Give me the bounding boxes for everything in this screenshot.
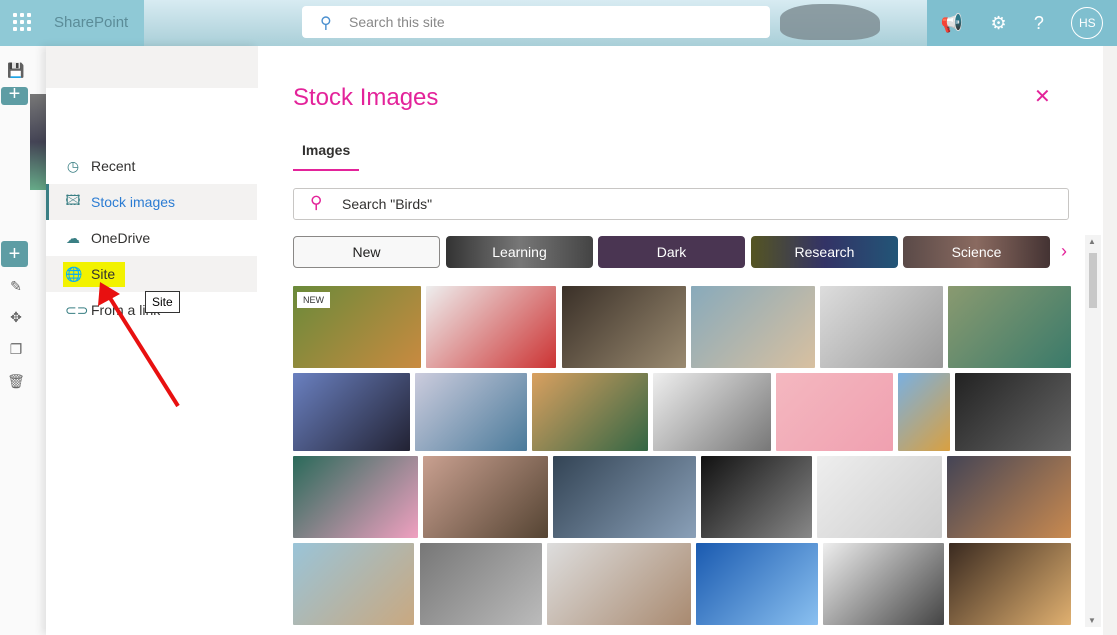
stock-image-tile[interactable]: NEW [293,286,421,368]
stock-image-tile[interactable] [415,373,527,451]
stock-image-tile[interactable] [955,373,1071,451]
site-search-input[interactable]: ⚲ Search this site [302,6,770,38]
stock-image-tile[interactable] [420,543,542,625]
search-icon: ⚲ [310,193,323,212]
chevron-right-icon[interactable]: › [1061,241,1067,262]
category-dark[interactable]: Dark [598,236,745,268]
stock-image-tile[interactable] [898,373,950,451]
stock-image-tile[interactable] [293,456,418,538]
header-decoration [780,4,880,40]
scroll-down-icon[interactable]: ▼ [1088,616,1096,625]
new-badge: NEW [297,292,330,308]
header-actions: 📢 ⚙ ? HS [927,0,1117,46]
stock-images-panel: Stock Images ✕ Images ⚲ Search "Birds" Ne… [258,46,1103,635]
search-placeholder: Search "Birds" [342,196,433,212]
scrollbar-thumb[interactable] [1089,253,1097,308]
search-placeholder: Search this site [349,14,445,30]
stock-image-tile[interactable] [293,373,410,451]
stock-image-tile[interactable] [696,543,818,625]
stock-image-tile[interactable] [776,373,893,451]
image-search-input[interactable]: ⚲ Search "Birds" [293,188,1069,220]
category-learning[interactable]: Learning [446,236,593,268]
category-science[interactable]: Science [903,236,1050,268]
stock-image-tile[interactable] [817,456,942,538]
category-research[interactable]: Research [751,236,898,268]
scroll-up-icon[interactable]: ▲ [1088,237,1096,246]
stock-image-tile[interactable] [293,543,414,625]
stock-image-tile[interactable] [949,543,1071,625]
page-background [1103,46,1117,635]
stock-image-tile[interactable] [553,456,696,538]
stock-image-tile[interactable] [820,286,943,368]
stock-image-tile[interactable] [423,456,548,538]
search-icon: ⚲ [320,15,332,32]
scrollbar[interactable]: ▲ ▼ [1085,235,1101,627]
stock-image-tile[interactable] [532,373,648,451]
stock-image-tile[interactable] [547,543,691,625]
stock-image-tile[interactable] [691,286,815,368]
tab-images[interactable]: Images [293,142,360,171]
stock-image-tile[interactable] [948,286,1071,368]
stock-image-tile[interactable] [426,286,556,368]
red-arrow-annotation [98,282,180,408]
megaphone-icon[interactable]: 📢 [941,13,963,34]
stock-image-tile[interactable] [701,456,812,538]
help-icon[interactable]: ? [1034,13,1044,34]
stock-image-tile[interactable] [823,543,944,625]
stock-image-tile[interactable] [653,373,771,451]
close-icon[interactable]: ✕ [1034,84,1051,109]
category-new[interactable]: New [293,236,440,268]
panel-title: Stock Images [293,84,439,111]
gear-icon[interactable]: ⚙ [990,13,1006,34]
avatar[interactable]: HS [1071,7,1104,39]
stock-image-tile[interactable] [562,286,686,368]
stock-image-tile[interactable] [947,456,1071,538]
